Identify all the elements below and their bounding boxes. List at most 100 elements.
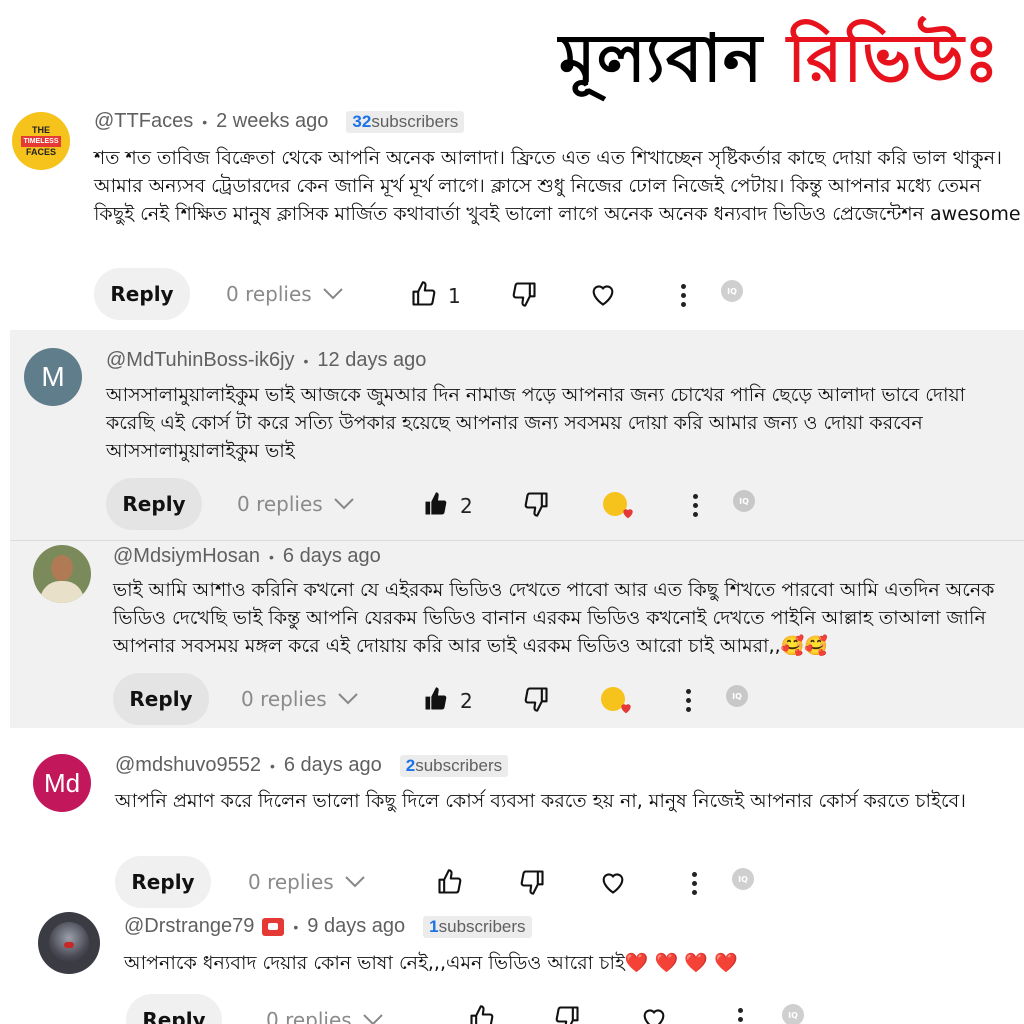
page-title: মূল্যবান রিভিউঃ [559, 26, 1000, 92]
avatar-photo-accent [64, 942, 74, 948]
title-part-2: রিভিউঃ [787, 20, 1000, 97]
replies-toggle[interactable]: 0 replies [226, 282, 344, 306]
heart-button[interactable] [599, 868, 627, 896]
comment-time[interactable]: 6 days ago [283, 545, 381, 568]
subscribers-badge: 32subscribers [346, 110, 465, 133]
separator-dot: • [293, 918, 299, 935]
member-badge-icon [262, 917, 285, 936]
subscribers-count: 2 [405, 755, 416, 775]
dislike-button[interactable] [553, 1004, 581, 1024]
thumbs-down-icon [512, 282, 536, 307]
dislike-button[interactable] [522, 685, 550, 713]
avatar[interactable] [33, 545, 91, 603]
dislike-button[interactable] [522, 490, 550, 518]
thumbs-up-icon [470, 1005, 494, 1024]
replies-toggle[interactable]: 0 replies [237, 492, 355, 516]
like-button[interactable] [468, 1004, 496, 1024]
reply-button[interactable]: Reply [113, 673, 209, 725]
reply-button[interactable]: Reply [126, 994, 222, 1024]
subscribers-badge: 1subscribers [423, 915, 532, 938]
like-button[interactable] [422, 685, 450, 713]
like-button[interactable] [422, 490, 450, 518]
comment-time[interactable]: 12 days ago [317, 349, 426, 372]
comment-meta: @Drstrange79 • 9 days ago 1subscribers [124, 915, 532, 938]
comment-meta: @MdsiymHosan • 6 days ago [113, 545, 381, 568]
avatar[interactable]: Md [33, 754, 91, 812]
replies-toggle[interactable]: 0 replies [266, 1008, 384, 1024]
separator-dot: • [269, 548, 274, 565]
comment-author[interactable]: @MdsiymHosan [113, 545, 260, 568]
more-options-icon[interactable] [681, 284, 687, 307]
mini-badge-icon: IQ [721, 280, 743, 302]
avatar-text: FACES [25, 146, 56, 157]
avatar[interactable]: THE TIMELESS FACES [12, 112, 70, 170]
thumbs-down-icon [524, 492, 548, 517]
separator-dot: • [303, 352, 309, 369]
creator-heart-badge [601, 685, 635, 719]
comment-time[interactable]: 9 days ago [307, 915, 405, 938]
thumbs-down-icon [524, 687, 548, 712]
comment-text: ভাই আমি আশাও করিনি কখনো যে এইরকম ভিডিও দ… [113, 579, 995, 657]
thumbs-down-icon [520, 870, 544, 895]
dislike-button[interactable] [510, 280, 538, 308]
chevron-down-icon [344, 876, 365, 888]
like-count: 2 [460, 689, 473, 713]
replies-toggle[interactable]: 0 replies [241, 687, 359, 711]
chevron-down-icon [333, 498, 354, 510]
heart-button[interactable] [589, 280, 617, 308]
heart-button[interactable] [640, 1004, 668, 1024]
comment-time[interactable]: 6 days ago [284, 754, 382, 777]
heart-filled-icon [623, 509, 633, 519]
like-button[interactable] [436, 868, 464, 896]
avatar[interactable] [38, 912, 100, 974]
avatar-photo-shirt [40, 581, 84, 603]
comment-author[interactable]: @TTFaces [94, 110, 193, 133]
heart-filled-icon [621, 704, 631, 714]
comment-text: শত শত তাবিজ বিক্রেতা থেকে আপনি অনেক আলাদ… [94, 147, 1021, 225]
comment-author[interactable]: @mdshuvo9552 [115, 754, 261, 777]
more-options-icon[interactable] [686, 689, 692, 712]
reply-button[interactable]: Reply [115, 856, 211, 908]
comment-text: আপনাকে ধন্যবাদ দেয়ার কোন ভাষা নেই,,,এমন… [124, 952, 738, 974]
thread-divider [10, 540, 1024, 541]
mini-badge-icon: IQ [733, 490, 755, 512]
chevron-down-icon [337, 693, 358, 705]
reply-button[interactable]: Reply [94, 268, 190, 320]
subscribers-label: subscribers [371, 111, 459, 131]
thumbs-up-filled-icon [425, 492, 447, 515]
comment-time[interactable]: 2 weeks ago [216, 110, 328, 133]
dislike-button[interactable] [518, 868, 546, 896]
separator-dot: • [269, 757, 275, 774]
more-options-icon[interactable] [692, 872, 698, 895]
mini-badge-icon: IQ [782, 1004, 804, 1024]
comment-author[interactable]: @Drstrange79 [124, 915, 254, 938]
more-options-icon[interactable] [693, 494, 699, 517]
replies-count: 0 replies [237, 492, 323, 516]
like-count: 1 [448, 284, 461, 308]
more-options-icon[interactable] [738, 1008, 744, 1024]
like-button[interactable] [410, 280, 438, 308]
replies-count: 0 replies [241, 687, 327, 711]
subscribers-count: 32 [352, 111, 372, 131]
comment-author[interactable]: @MdTuhinBoss-ik6jy [106, 349, 295, 372]
heart-outline-icon [643, 1009, 665, 1024]
avatar-photo-face [51, 555, 73, 581]
avatar[interactable]: M [24, 348, 82, 406]
chevron-down-icon [322, 288, 343, 300]
comment-text: আপনি প্রমাণ করে দিলেন ভালো কিছু দিলে কোর… [115, 790, 966, 812]
heart-outline-icon [602, 873, 624, 894]
subscribers-label: subscribers [438, 916, 526, 936]
chevron-down-icon [362, 1014, 383, 1024]
avatar-text: THE [32, 124, 50, 135]
mini-badge-icon: IQ [726, 685, 748, 707]
creator-heart-badge [603, 490, 637, 524]
reply-button[interactable]: Reply [106, 478, 202, 530]
replies-toggle[interactable]: 0 replies [248, 870, 366, 894]
mini-badge-icon: IQ [732, 868, 754, 890]
thumbs-down-icon [555, 1006, 579, 1024]
subscribers-count: 1 [429, 916, 439, 936]
subscribers-label: subscribers [415, 755, 503, 775]
like-count: 2 [460, 494, 473, 518]
comment-text: আসসালামুয়ালাইকুম ভাই আজকে জুমআর দিন নাম… [106, 384, 966, 462]
replies-count: 0 replies [248, 870, 334, 894]
